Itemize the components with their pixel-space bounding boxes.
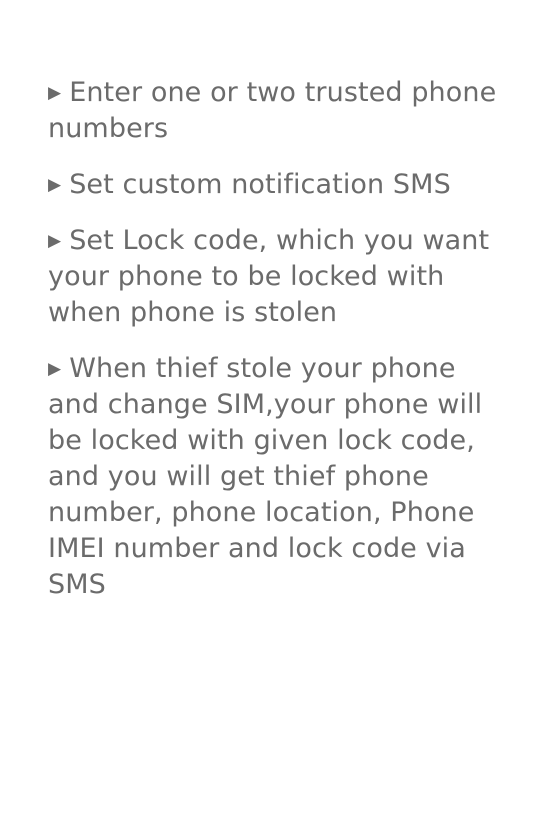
instruction-item-lock-code: ▶ Set Lock code, which you want your phon…	[48, 223, 508, 331]
instruction-item-trusted-numbers: ▶ Enter one or two trusted phone numbers	[48, 75, 508, 147]
instruction-text: When thief stole your phone and change S…	[48, 353, 483, 600]
triangle-bullet-icon: ▶	[48, 359, 62, 379]
triangle-bullet-icon: ▶	[48, 83, 62, 103]
instruction-item-notification-sms: ▶ Set custom notification SMS	[48, 167, 508, 203]
instruction-item-thief-sim-change: ▶ When thief stole your phone and change …	[48, 351, 508, 603]
instruction-text: Enter one or two trusted phone numbers	[48, 77, 497, 144]
triangle-bullet-icon: ▶	[48, 175, 62, 195]
triangle-bullet-icon: ▶	[48, 231, 62, 251]
instruction-text: Set Lock code, which you want your phone…	[48, 225, 490, 328]
instruction-text: Set custom notification SMS	[69, 169, 451, 200]
instructions-list: ▶ Enter one or two trusted phone numbers …	[48, 75, 508, 623]
